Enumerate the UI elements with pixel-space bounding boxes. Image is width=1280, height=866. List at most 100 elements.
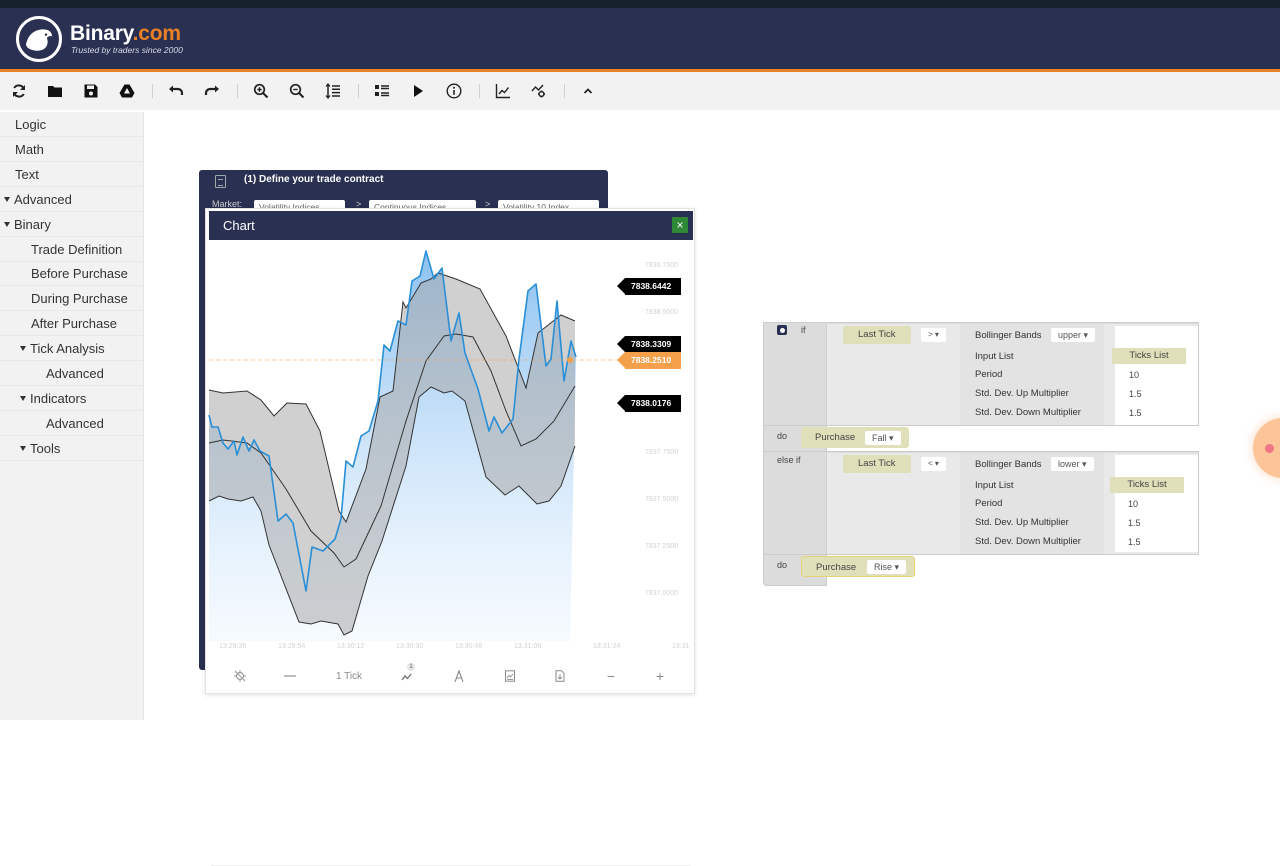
purchase-type-dropdown[interactable]: Rise ▾ [867, 560, 907, 574]
y-tick: 7837.0000 [645, 590, 679, 597]
bollinger-bands-label: Bollinger Bands [975, 459, 1042, 470]
sidebar-item-label: During Purchase [31, 291, 128, 307]
purchase-label: Purchase [815, 432, 856, 443]
undo-icon [169, 85, 184, 95]
block-doc-icon [215, 175, 226, 188]
std-dev-down-label: Std. Dev. Down Multiplier [975, 407, 1081, 418]
crosshair-icon [234, 670, 246, 682]
upper-band-price-tag: 7838.6442 [617, 278, 681, 295]
band-dropdown[interactable]: lower ▾ [1051, 457, 1094, 471]
sidebar-item-logic[interactable]: Logic [0, 113, 144, 137]
templates-button[interactable] [502, 668, 518, 684]
sidebar-item-tools[interactable]: Tools [0, 437, 144, 461]
block-settings-icon[interactable] [777, 325, 787, 335]
zoom-in-button[interactable] [251, 81, 271, 101]
y-tick: 7837.2500 [645, 543, 679, 550]
chart-zoom-out-button[interactable]: − [603, 668, 619, 684]
sidebar-item-advanced[interactable]: Advanced [0, 188, 144, 212]
sidebar-item-label: Logic [15, 117, 47, 132]
expand-arrow-icon[interactable] [20, 445, 26, 451]
band-dropdown[interactable]: upper ▾ [1051, 328, 1096, 342]
redo-button[interactable] [202, 81, 222, 101]
show-summary-button[interactable] [372, 81, 392, 101]
std-dev-up-input[interactable]: 1.5 [1121, 386, 1169, 402]
open-button[interactable] [45, 81, 65, 101]
undo-button[interactable] [166, 81, 186, 101]
y-tick: 7838.7500 [645, 262, 679, 269]
toolbar-separator [358, 84, 359, 98]
sidebar-item-label: Advanced [46, 415, 104, 431]
ticks-list-block[interactable]: Ticks List [1112, 348, 1186, 364]
std-dev-up-input[interactable]: 1.5 [1120, 515, 1168, 531]
crosshair-button[interactable] [232, 668, 248, 684]
info-icon [446, 83, 462, 99]
sidebar-item-label: Text [15, 166, 39, 182]
input-list-label: Input List [975, 351, 1014, 362]
std-dev-up-label: Std. Dev. Up Multiplier [975, 388, 1069, 399]
sidebar-item-advanced[interactable]: Advanced [0, 362, 144, 386]
sidebar-item-label: Before Purchase [31, 266, 128, 282]
do-label: do [777, 560, 788, 570]
rearrange-button[interactable] [323, 81, 343, 101]
chart-button[interactable] [493, 81, 513, 101]
last-tick-block[interactable]: Last Tick [843, 326, 911, 344]
collapse-toolbar-button[interactable] [578, 81, 598, 101]
std-dev-down-input[interactable]: 1.5 [1121, 405, 1169, 421]
sidebar-item-math[interactable]: Math [0, 138, 144, 162]
sidebar-item-during-purchase[interactable]: During Purchase [0, 287, 144, 312]
zoom-out-button[interactable] [287, 81, 307, 101]
y-tick: 7838.5000 [645, 309, 679, 316]
chart-type-button[interactable] [282, 668, 298, 684]
google-drive-button[interactable] [117, 81, 137, 101]
sidebar-item-binary[interactable]: Binary [0, 213, 144, 237]
drawing-tools-icon [454, 670, 464, 682]
trading-view-button[interactable] [529, 81, 549, 101]
period-input[interactable]: 10 [1120, 496, 1168, 512]
comparison-operator-dropdown[interactable]: < ▾ [921, 457, 946, 471]
period-label: Period [975, 369, 1003, 380]
chart-zoom-in-button[interactable]: + [652, 668, 668, 684]
interval-button[interactable]: 1 Tick [334, 668, 364, 684]
input-list-label: Input List [975, 480, 1014, 491]
run-button[interactable] [408, 81, 428, 101]
sidebar-item-label: Binary [14, 216, 51, 232]
sidebar-item-advanced[interactable]: Advanced [0, 412, 144, 436]
expand-arrow-icon[interactable] [4, 196, 10, 202]
last-tick-block[interactable]: Last Tick [843, 455, 911, 473]
expand-arrow-icon[interactable] [20, 395, 26, 401]
info-button[interactable] [444, 81, 464, 101]
download-button[interactable] [552, 668, 568, 684]
expand-arrow-icon[interactable] [20, 346, 26, 352]
expand-arrow-icon[interactable] [4, 221, 10, 227]
sidebar-item-label: Math [15, 141, 44, 157]
sidebar-item-after-purchase[interactable]: After Purchase [0, 312, 144, 337]
sidebar-item-label: Advanced [14, 191, 72, 207]
purchase-type-dropdown[interactable]: Fall ▾ [865, 431, 901, 445]
sidebar-item-label: After Purchase [31, 316, 117, 332]
sidebar-item-before-purchase[interactable]: Before Purchase [0, 262, 144, 287]
sidebar-item-indicators[interactable]: Indicators [0, 387, 144, 411]
std-dev-down-input[interactable]: 1.5 [1120, 534, 1168, 550]
chart-close-button[interactable]: × [672, 217, 688, 233]
else-if-label: else if [777, 455, 801, 465]
save-icon [84, 84, 98, 98]
chart-templates-icon [505, 670, 515, 682]
reset-button[interactable] [9, 81, 29, 101]
sidebar-item-text[interactable]: Text [0, 163, 144, 187]
comparison-operator-dropdown[interactable]: > ▾ [921, 328, 946, 342]
save-button[interactable] [81, 81, 101, 101]
ticks-list-block[interactable]: Ticks List [1110, 477, 1184, 493]
download-icon [555, 670, 565, 682]
if-label: if [801, 325, 806, 335]
sidebar-item-tick-analysis[interactable]: Tick Analysis [0, 337, 144, 362]
sidebar-item-trade-definition[interactable]: Trade Definition [0, 238, 144, 262]
chart-titlebar[interactable]: Chart × [209, 211, 693, 240]
chart-icon [495, 84, 510, 99]
tick-chart-plot[interactable] [206, 241, 696, 651]
binary-logo-icon[interactable] [16, 16, 62, 62]
period-label: Period [975, 498, 1003, 509]
period-input[interactable]: 10 [1121, 367, 1169, 383]
drawing-tools-button[interactable] [451, 668, 467, 684]
x-tick: 13:30:48 [455, 643, 483, 650]
sidebar-item-label: Advanced [46, 366, 104, 381]
